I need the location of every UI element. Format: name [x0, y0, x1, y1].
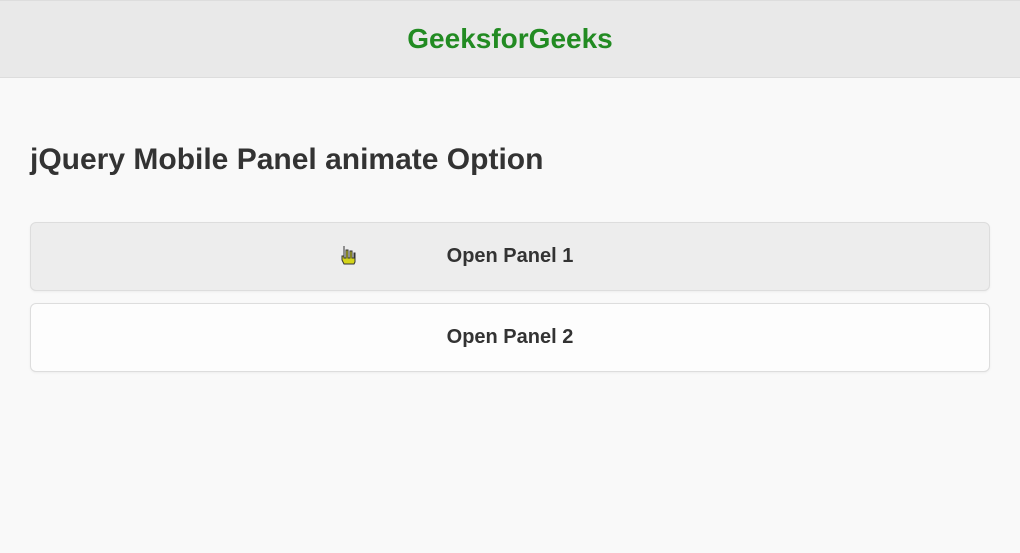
open-panel-1-button[interactable]: Open Panel 1 — [30, 222, 990, 291]
button-container: Open Panel 1 Open Panel 2 — [30, 222, 990, 372]
content-area: jQuery Mobile Panel animate Option Open … — [0, 78, 1020, 402]
site-title: GeeksforGeeks — [0, 23, 1020, 55]
header-bar: GeeksforGeeks — [0, 0, 1020, 78]
open-panel-2-button[interactable]: Open Panel 2 — [30, 303, 990, 372]
page-heading: jQuery Mobile Panel animate Option — [30, 143, 990, 177]
